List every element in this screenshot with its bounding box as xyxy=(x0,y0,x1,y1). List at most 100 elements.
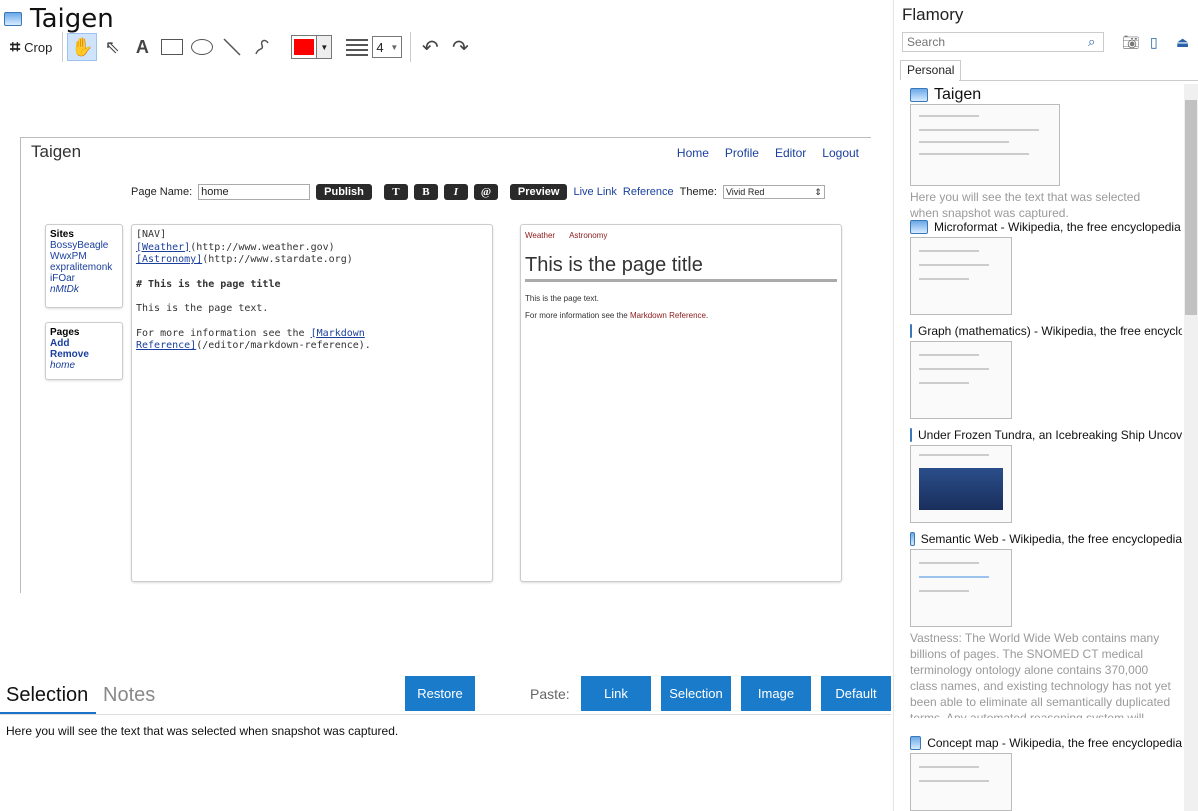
paste-label: Paste: xyxy=(530,686,570,702)
list-item-title: Under Frozen Tundra, an Icebreaking Ship… xyxy=(918,428,1182,442)
site-item: WwxPM xyxy=(50,251,87,262)
list-item[interactable]: Graph (mathematics) - Wikipedia, the fre… xyxy=(910,324,1182,419)
camera-icon[interactable]: 📷︎ xyxy=(1122,34,1140,51)
toolbar: ⌗ Crop ✋ ⇖ A ▼ 4 ▼ ↶ ↷ xyxy=(4,32,475,62)
tab-notes[interactable]: Notes xyxy=(103,684,155,707)
redo-button[interactable]: ↷ xyxy=(445,33,475,61)
search-icon[interactable]: ⌕ xyxy=(1088,34,1095,50)
line-width-value: 4 xyxy=(376,39,384,55)
site-item: BossyBeagle xyxy=(50,240,109,251)
snapshot-nav-home: Home xyxy=(676,146,709,160)
preview-nav-astronomy: Astronomy xyxy=(569,231,608,240)
theme-value: Vivid Red xyxy=(725,187,765,197)
preview-button: Preview xyxy=(509,184,568,200)
tab-personal[interactable]: Personal xyxy=(900,60,962,80)
pages-remove: Remove xyxy=(50,349,89,360)
page-name-label: Page Name: xyxy=(131,186,193,198)
divider xyxy=(0,714,891,715)
sidebar-title: Flamory xyxy=(902,5,964,24)
redo-icon: ↷ xyxy=(451,36,469,59)
crop-button[interactable]: ⌗ Crop xyxy=(4,37,58,58)
document-icon[interactable]: ▯ xyxy=(1150,34,1158,51)
sites-heading: Sites xyxy=(50,229,74,240)
line-width-select[interactable]: 4 ▼ xyxy=(372,36,403,58)
list-item-title-row: Concept map - Wikipedia, the free encycl… xyxy=(910,736,1182,750)
snapshot-nav: Home Profile Editor Logout xyxy=(677,146,859,160)
page-icon xyxy=(910,736,922,750)
editor-line: Reference](/editor/markdown-reference). xyxy=(136,340,371,351)
paste-selection-button[interactable]: Selection xyxy=(661,676,731,711)
snapshot-nav-logout: Logout xyxy=(822,146,859,160)
freehand-icon xyxy=(255,39,269,55)
list-item[interactable]: Concept map - Wikipedia, the free encycl… xyxy=(910,736,1182,811)
undo-button[interactable]: ↶ xyxy=(415,33,445,61)
sites-panel: Sites BossyBeagle WwxPM expralitemonk iF… xyxy=(45,224,123,308)
pointer-tool[interactable]: ⇖ xyxy=(97,33,127,61)
editor-line: # This is the page title xyxy=(136,278,281,290)
list-item-title: Semantic Web - Wikipedia, the free encyc… xyxy=(920,532,1182,546)
pointer-icon: ⇖ xyxy=(104,36,120,57)
list-item[interactable]: Semantic Web - Wikipedia, the free encyc… xyxy=(910,532,1182,718)
text-tool[interactable]: A xyxy=(127,33,157,61)
hand-tool[interactable]: ✋ xyxy=(67,33,98,61)
list-item-title-row: Microformat - Wikipedia, the free encycl… xyxy=(910,220,1182,234)
editor-line: This is the page text. xyxy=(136,303,269,314)
list-item-title: Graph (mathematics) - Wikipedia, the fre… xyxy=(918,324,1182,338)
freehand-tool[interactable] xyxy=(247,33,277,61)
restore-button[interactable]: Restore xyxy=(405,676,475,711)
line-width-icon xyxy=(346,38,369,56)
publish-button: Publish xyxy=(316,184,372,200)
snapshot-site-title: Taigen xyxy=(31,142,82,161)
ellipse-icon xyxy=(191,39,214,55)
page-icon xyxy=(910,88,928,102)
preview-more: For more information see the Markdown Re… xyxy=(525,311,709,320)
pages-home: home xyxy=(50,360,76,371)
snapshot-nav-profile: Profile xyxy=(724,146,759,160)
chevron-down-icon: ▼ xyxy=(390,42,399,52)
snapshot-nav-editor: Editor xyxy=(774,146,807,160)
snapshot-thumbnail xyxy=(910,445,1012,523)
snapshot-thumbnail xyxy=(910,549,1012,627)
line-icon xyxy=(223,38,241,56)
ellipse-tool[interactable] xyxy=(187,33,217,61)
list-item[interactable]: Under Frozen Tundra, an Icebreaking Ship… xyxy=(910,428,1182,523)
collapse-top-icon[interactable]: ⏏ xyxy=(1176,34,1189,51)
editor-line: [Weather](http://www.weather.gov) xyxy=(136,241,335,253)
editor-line: For more information see the [Markdown xyxy=(136,327,365,339)
updown-icon: ⇕ xyxy=(814,187,822,197)
format-t-button: T xyxy=(383,184,408,200)
main-pane: Taigen ⌗ Crop ✋ ⇖ A ▼ 4 ▼ ↶ ↷ Taigen Hom… xyxy=(0,0,893,811)
rectangle-tool[interactable] xyxy=(157,33,187,61)
paste-default-button[interactable]: Default xyxy=(821,676,891,711)
search-input[interactable] xyxy=(902,32,1104,52)
paste-link-button[interactable]: Link xyxy=(581,676,651,711)
editor-line: [Astronomy](http://www.stardate.org) xyxy=(136,254,353,265)
list-item[interactable]: Taigen Here you will see the text that w… xyxy=(910,86,1182,221)
preview-nav-weather: Weather xyxy=(525,231,556,240)
snapshot-thumbnail xyxy=(910,104,1060,186)
snapshot-thumbnail xyxy=(910,341,1012,419)
page-name-field: home xyxy=(198,184,311,200)
line-tool[interactable] xyxy=(217,33,247,61)
list-item[interactable]: Microformat - Wikipedia, the free encycl… xyxy=(910,220,1182,315)
page-icon xyxy=(910,220,928,234)
preview-nav: Weather Astronomy xyxy=(525,231,837,240)
color-picker[interactable]: ▼ xyxy=(291,35,333,59)
scrollbar-thumb[interactable] xyxy=(1185,100,1197,315)
site-item: iFOar xyxy=(50,273,75,284)
page-icon xyxy=(910,324,912,338)
window-title-row: Taigen xyxy=(4,4,114,34)
snapshot-image[interactable]: Taigen Home Profile Editor Logout Page N… xyxy=(20,137,871,593)
tab-selection[interactable]: Selection xyxy=(6,684,88,707)
snapshot-thumbnail xyxy=(910,237,1012,315)
paste-image-button[interactable]: Image xyxy=(741,676,811,711)
tab-divider xyxy=(959,80,1198,81)
crop-label: Crop xyxy=(24,39,53,55)
toolbar-separator xyxy=(62,32,64,62)
format-at-button: @ xyxy=(473,184,498,200)
list-item-title-row: Under Frozen Tundra, an Icebreaking Ship… xyxy=(910,428,1182,442)
app-icon xyxy=(4,12,22,26)
list-item-title-row: Taigen xyxy=(910,86,1182,104)
site-item: nMtDk xyxy=(50,284,79,295)
reference-link: Reference xyxy=(622,186,674,198)
